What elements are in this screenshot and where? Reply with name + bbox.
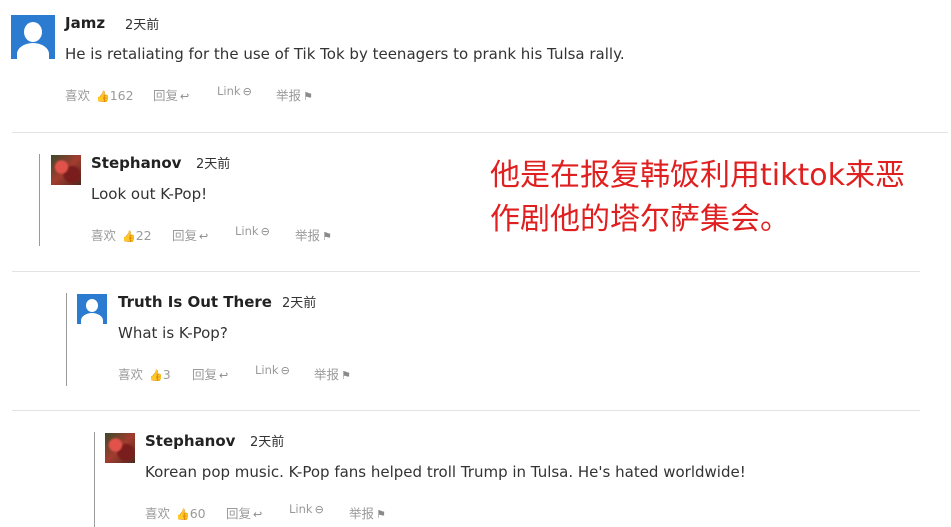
comment-timestamp: 2天前 [125,18,160,33]
comment-author[interactable]: Truth Is Out There [118,293,272,311]
comment-author[interactable]: Stephanov [145,432,235,450]
reply-label: 回复 [192,367,218,382]
comment-author[interactable]: Jamz [65,14,105,32]
link-icon: ⊖ [260,225,270,238]
comment-divider [12,410,920,411]
comment-author[interactable]: Stephanov [91,154,181,172]
reply-arrow-icon: ↩ [199,230,209,243]
link-icon: ⊖ [280,364,290,377]
like-button[interactable]: 喜欢 👍22 [91,225,152,244]
comment-text: He is retaliating for the use of Tik Tok… [65,45,625,63]
flag-icon: ⚑ [303,90,313,103]
thread-line [66,293,67,386]
comment-timestamp: 2天前 [196,157,231,172]
comment-timestamp: 2天前 [282,296,317,311]
like-label: 喜欢 [65,88,91,103]
flag-icon: ⚑ [341,369,351,382]
comment-divider [12,132,948,133]
avatar[interactable] [11,15,55,59]
link-label: Link [255,363,279,377]
link-button[interactable]: Link ⊖ [217,84,252,98]
reply-label: 回复 [153,88,179,103]
report-label: 举报 [349,506,375,521]
avatar-shoulders [17,43,49,59]
report-button[interactable]: 举报 ⚑ [314,364,351,383]
link-label: Link [289,502,313,516]
report-label: 举报 [295,228,321,243]
link-label: Link [235,224,259,238]
thread-line [94,432,95,527]
avatar-head [24,22,42,42]
report-button[interactable]: 举报 ⚑ [276,85,313,104]
thumbs-up-icon: 👍 [176,508,190,521]
report-button[interactable]: 举报 ⚑ [295,225,332,244]
avatar[interactable] [51,155,81,185]
link-icon: ⊖ [314,503,324,516]
reply-button[interactable]: 回复 ↩ [192,364,228,383]
flag-icon: ⚑ [376,508,386,521]
translation-annotation: 他是在报复韩饭利用tiktok来恶 作剧他的塔尔萨集会。 [490,154,945,242]
like-count: 3 [162,367,171,382]
link-icon: ⊖ [242,85,252,98]
like-button[interactable]: 喜欢 👍162 [65,85,134,104]
link-button[interactable]: Link ⊖ [235,224,270,238]
like-button[interactable]: 喜欢 👍3 [118,364,171,383]
thumbs-up-icon: 👍 [149,369,163,382]
report-button[interactable]: 举报 ⚑ [349,503,386,522]
reply-label: 回复 [172,228,198,243]
link-button[interactable]: Link ⊖ [289,502,324,516]
reply-label: 回复 [226,506,252,521]
comment-timestamp: 2天前 [250,435,285,450]
comment-divider [12,271,920,272]
annotation-line-2: 作剧他的塔尔萨集会。 [490,202,790,237]
avatar[interactable] [77,294,107,324]
like-label: 喜欢 [91,228,117,243]
like-count: 22 [135,228,152,243]
avatar-shoulders [81,313,103,324]
reply-arrow-icon: ↩ [219,369,229,382]
avatar[interactable] [105,433,135,463]
like-button[interactable]: 喜欢 👍60 [145,503,206,522]
comment-text: What is K-Pop? [118,324,228,342]
report-label: 举报 [314,367,340,382]
thread-line [39,154,40,246]
like-label: 喜欢 [118,367,144,382]
link-label: Link [217,84,241,98]
link-button[interactable]: Link ⊖ [255,363,290,377]
thumbs-up-icon: 👍 [96,90,110,103]
thumbs-up-icon: 👍 [122,230,136,243]
comment-text: Korean pop music. K-Pop fans helped trol… [145,463,746,481]
reply-arrow-icon: ↩ [180,90,190,103]
report-label: 举报 [276,88,302,103]
reply-arrow-icon: ↩ [253,508,263,521]
like-count: 162 [109,88,134,103]
like-label: 喜欢 [145,506,171,521]
like-count: 60 [189,506,206,521]
flag-icon: ⚑ [322,230,332,243]
reply-button[interactable]: 回复 ↩ [226,503,262,522]
annotation-line-1: 他是在报复韩饭利用tiktok来恶 [490,158,905,193]
comment-text: Look out K-Pop! [91,185,208,203]
reply-button[interactable]: 回复 ↩ [172,225,208,244]
avatar-head [86,299,98,312]
reply-button[interactable]: 回复 ↩ [153,85,189,104]
